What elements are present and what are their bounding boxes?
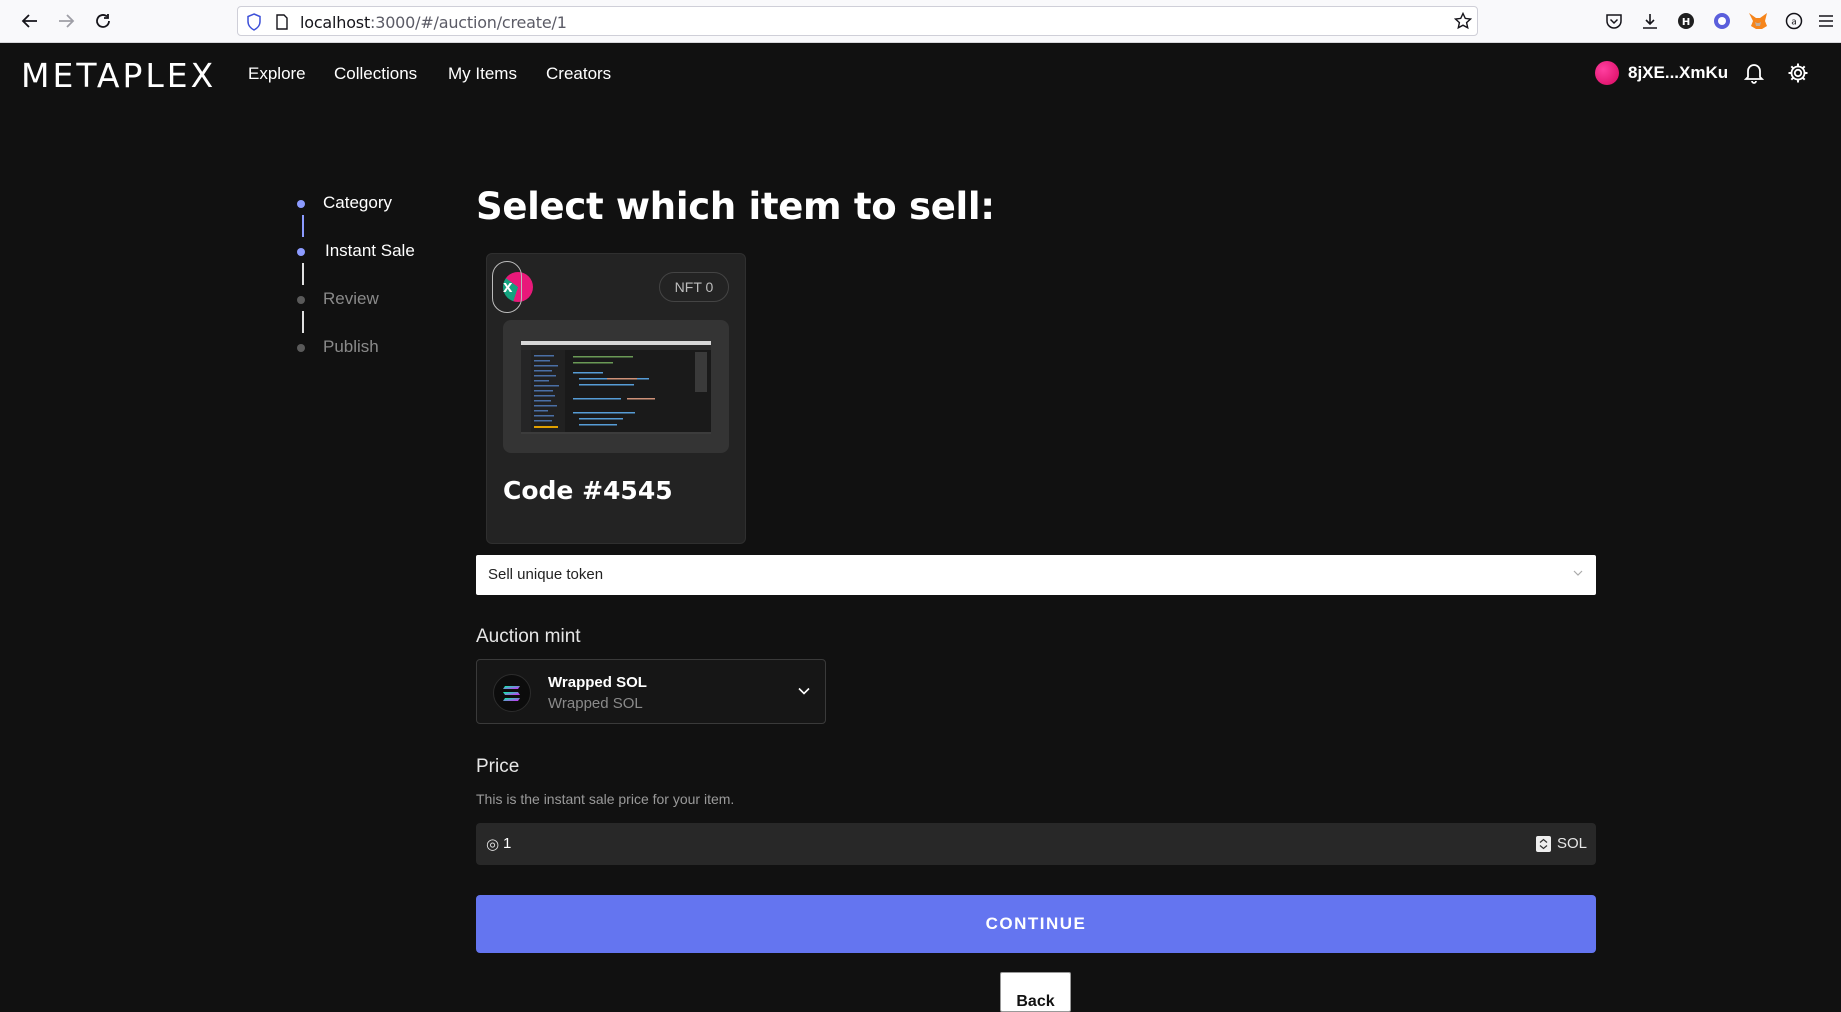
token-subtitle: Wrapped SOL xyxy=(548,695,643,712)
back-arrow-icon[interactable] xyxy=(18,9,42,33)
nav-my-items[interactable]: My Items xyxy=(448,64,517,84)
extension-h-icon[interactable]: H xyxy=(1676,11,1696,31)
metamask-fox-icon[interactable] xyxy=(1748,11,1768,31)
shield-icon[interactable] xyxy=(246,13,262,36)
menu-icon[interactable] xyxy=(1816,11,1836,31)
reload-icon[interactable] xyxy=(91,9,115,33)
price-input[interactable]: ◎ 1 SOL xyxy=(476,823,1596,865)
address-bar[interactable]: localhost:3000/#/auction/create/1 xyxy=(237,6,1478,36)
auction-mint-label: Auction mint xyxy=(476,626,581,647)
back-button[interactable]: Back xyxy=(1000,972,1071,1012)
step-dot xyxy=(297,344,305,352)
chevron-down-icon xyxy=(1572,566,1584,584)
nav-collections[interactable]: Collections xyxy=(334,64,417,84)
nft-badge: NFT 0 xyxy=(659,272,729,302)
pocket-icon[interactable] xyxy=(1604,11,1624,31)
forward-arrow-icon[interactable] xyxy=(54,9,78,33)
extension-circle-icon[interactable] xyxy=(1712,11,1732,31)
sale-type-value: Sell unique token xyxy=(488,566,604,583)
svg-text:a: a xyxy=(1791,18,1797,28)
step-dot xyxy=(297,248,305,256)
solana-logo-icon xyxy=(493,674,531,712)
auction-mint-select[interactable]: Wrapped SOL Wrapped SOL xyxy=(476,659,826,724)
sale-type-select[interactable]: Sell unique token xyxy=(476,555,1596,595)
item-thumbnail xyxy=(503,320,729,453)
step-label: Instant Sale xyxy=(325,241,415,260)
step-label: Category xyxy=(323,193,392,212)
price-unit: SOL xyxy=(1557,835,1588,852)
url-text[interactable]: localhost:3000/#/auction/create/1 xyxy=(300,13,567,32)
chevron-down-icon xyxy=(797,684,811,703)
step-connector xyxy=(302,215,304,237)
step-dot xyxy=(297,200,305,208)
step-dot xyxy=(297,296,305,304)
step-label: Review xyxy=(323,289,379,308)
page-title: Select which item to sell: xyxy=(476,185,995,228)
wallet-address: 8jXE...XmKu xyxy=(1628,63,1729,82)
sol-symbol: ◎ xyxy=(486,836,500,853)
wallet-button[interactable]: 8jXE...XmKu xyxy=(1595,60,1728,86)
remove-x-label: x xyxy=(503,277,513,296)
download-icon[interactable] xyxy=(1640,11,1660,31)
svg-text:H: H xyxy=(1682,17,1690,28)
step-label: Publish xyxy=(323,337,379,356)
bell-icon[interactable] xyxy=(1743,62,1765,89)
nav-explore[interactable]: Explore xyxy=(248,64,306,84)
nav-creators[interactable]: Creators xyxy=(546,64,611,84)
browser-toolbar: localhost:3000/#/auction/create/1 H a xyxy=(0,0,1841,43)
gear-icon[interactable] xyxy=(1787,62,1809,89)
item-title: Code #4545 xyxy=(503,476,673,505)
token-name: Wrapped SOL xyxy=(548,674,647,691)
avatar xyxy=(1595,61,1619,85)
number-stepper[interactable] xyxy=(1536,836,1551,852)
price-help-text: This is the instant sale price for your … xyxy=(476,791,735,807)
item-card[interactable]: x NFT 0 Code #4545 xyxy=(486,253,746,544)
continue-button[interactable]: CONTINUE xyxy=(476,895,1596,953)
metaplex-logo[interactable]: METAPLEX xyxy=(21,56,216,95)
code-editor-preview-image xyxy=(521,341,711,434)
price-label: Price xyxy=(476,756,520,777)
step-connector xyxy=(302,311,304,333)
step-connector xyxy=(302,263,304,285)
price-value[interactable]: 1 xyxy=(503,835,511,852)
account-icon[interactable]: a xyxy=(1784,11,1804,31)
star-icon[interactable] xyxy=(1453,11,1473,35)
page-icon xyxy=(275,14,289,35)
